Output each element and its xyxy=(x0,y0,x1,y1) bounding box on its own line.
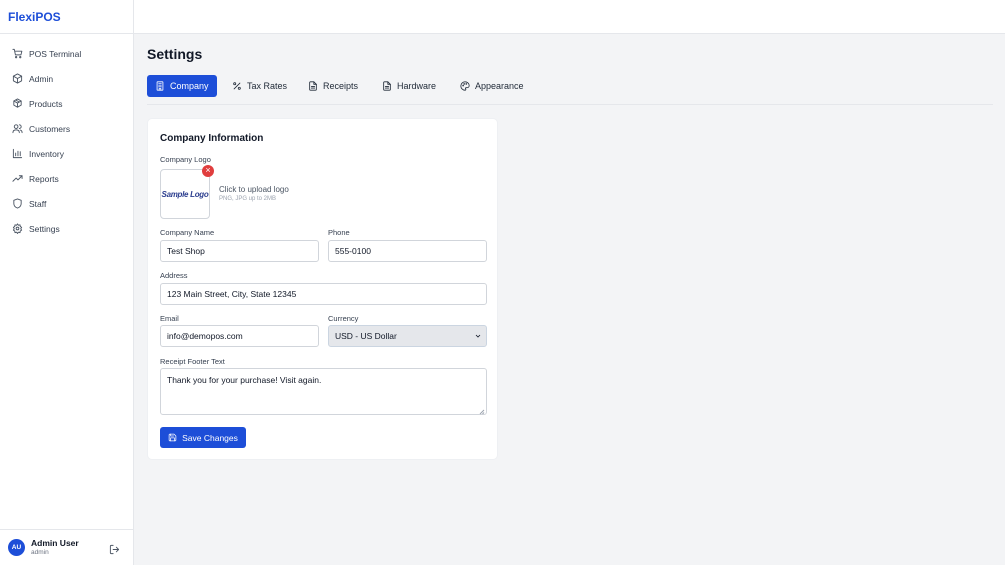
brand-logo[interactable]: FlexiPOS xyxy=(0,0,133,34)
sidebar-item-label: POS Terminal xyxy=(29,48,82,59)
tab-label: Company xyxy=(170,81,209,91)
sidebar-item-admin[interactable]: Admin xyxy=(0,66,133,91)
settings-tabs: Company Tax Rates Receipts Hardware Appe… xyxy=(147,75,993,105)
logo-image: Sample Logo xyxy=(161,189,209,199)
sidebar-item-label: Reports xyxy=(29,173,59,184)
save-button-label: Save Changes xyxy=(182,432,238,443)
receipt-footer-textarea[interactable]: Thank you for your purchase! Visit again… xyxy=(160,368,487,415)
percent-icon xyxy=(233,82,241,90)
sidebar-item-label: Settings xyxy=(29,223,60,234)
document-icon xyxy=(383,81,391,91)
cart-icon xyxy=(12,48,23,59)
shield-icon xyxy=(12,198,23,209)
sidebar-item-inventory[interactable]: Inventory xyxy=(0,141,133,166)
sidebar-item-customers[interactable]: Customers xyxy=(0,116,133,141)
sidebar-item-label: Admin xyxy=(29,73,54,84)
sidebar-nav: POS Terminal Admin Products Customers In… xyxy=(0,34,133,241)
tab-label: Hardware xyxy=(397,81,437,91)
tab-hardware[interactable]: Hardware xyxy=(374,75,444,97)
currency-select[interactable]: USD - US Dollar xyxy=(328,325,487,347)
page-title: Settings xyxy=(147,46,203,62)
input-value: info@demopos.com xyxy=(167,331,243,341)
company-logo-preview[interactable]: Sample Logo xyxy=(160,169,210,219)
currency-label: Currency xyxy=(328,314,359,323)
save-icon xyxy=(168,433,177,442)
input-value: 123 Main Street, City, State 12345 xyxy=(167,289,297,299)
phone-input[interactable]: 555-0100 xyxy=(328,240,487,262)
tab-appearance[interactable]: Appearance xyxy=(452,75,532,97)
sidebar-item-settings[interactable]: Settings xyxy=(0,216,133,241)
sidebar-item-reports[interactable]: Reports xyxy=(0,166,133,191)
sidebar-item-products[interactable]: Products xyxy=(0,91,133,116)
company-name-label: Company Name xyxy=(160,228,215,237)
sidebar: FlexiPOS POS Terminal Admin Products Cus… xyxy=(0,0,134,565)
tab-company[interactable]: Company xyxy=(147,75,217,97)
address-label: Address xyxy=(160,271,188,280)
textarea-value: Thank you for your purchase! Visit again… xyxy=(167,375,322,385)
section-title: Company Information xyxy=(160,133,264,144)
package-icon xyxy=(12,73,23,84)
chevron-down-icon xyxy=(475,334,481,338)
address-input[interactable]: 123 Main Street, City, State 12345 xyxy=(160,283,487,305)
email-input[interactable]: info@demopos.com xyxy=(160,325,319,347)
avatar[interactable]: AU xyxy=(8,539,25,556)
sidebar-item-label: Products xyxy=(29,98,63,109)
palette-icon xyxy=(460,81,470,91)
select-value: USD - US Dollar xyxy=(335,331,397,341)
document-icon xyxy=(309,81,317,91)
logout-icon[interactable] xyxy=(109,542,120,555)
top-bar xyxy=(134,0,1005,34)
user-name: Admin User xyxy=(31,537,79,548)
tab-label: Tax Rates xyxy=(247,81,288,91)
user-role: admin xyxy=(31,548,49,556)
company-logo-label: Company Logo xyxy=(160,155,211,164)
users-icon xyxy=(12,123,23,134)
remove-logo-button[interactable]: × xyxy=(202,165,214,177)
phone-label: Phone xyxy=(328,228,350,237)
sidebar-item-pos-terminal[interactable]: POS Terminal xyxy=(0,41,133,66)
email-label: Email xyxy=(160,314,179,323)
save-changes-button[interactable]: Save Changes xyxy=(160,427,246,448)
tab-label: Receipts xyxy=(323,81,359,91)
sidebar-item-label: Customers xyxy=(29,123,71,134)
user-info: Admin User admin xyxy=(31,537,79,556)
tab-tax-rates[interactable]: Tax Rates xyxy=(224,75,295,97)
input-value: 555-0100 xyxy=(335,246,371,256)
resize-handle-icon[interactable] xyxy=(479,407,485,415)
sidebar-item-label: Staff xyxy=(29,198,47,209)
boxes-icon xyxy=(12,98,23,109)
upload-hint: PNG, JPG up to 2MB xyxy=(219,196,277,202)
bar-chart-icon xyxy=(12,148,23,159)
user-profile: AU Admin User admin xyxy=(0,529,133,565)
company-name-input[interactable]: Test Shop xyxy=(160,240,319,262)
upload-logo-link[interactable]: Click to upload logo xyxy=(219,185,289,194)
company-info-card: Company Information Company Logo Sample … xyxy=(147,118,498,460)
sidebar-item-staff[interactable]: Staff xyxy=(0,191,133,216)
sidebar-item-label: Inventory xyxy=(29,148,64,159)
input-value: Test Shop xyxy=(167,246,205,256)
building-icon xyxy=(156,81,164,91)
trending-up-icon xyxy=(12,173,23,184)
tab-receipts[interactable]: Receipts xyxy=(300,75,366,97)
receipt-footer-label: Receipt Footer Text xyxy=(160,357,225,366)
tab-label: Appearance xyxy=(475,81,524,91)
gear-icon xyxy=(12,223,23,234)
